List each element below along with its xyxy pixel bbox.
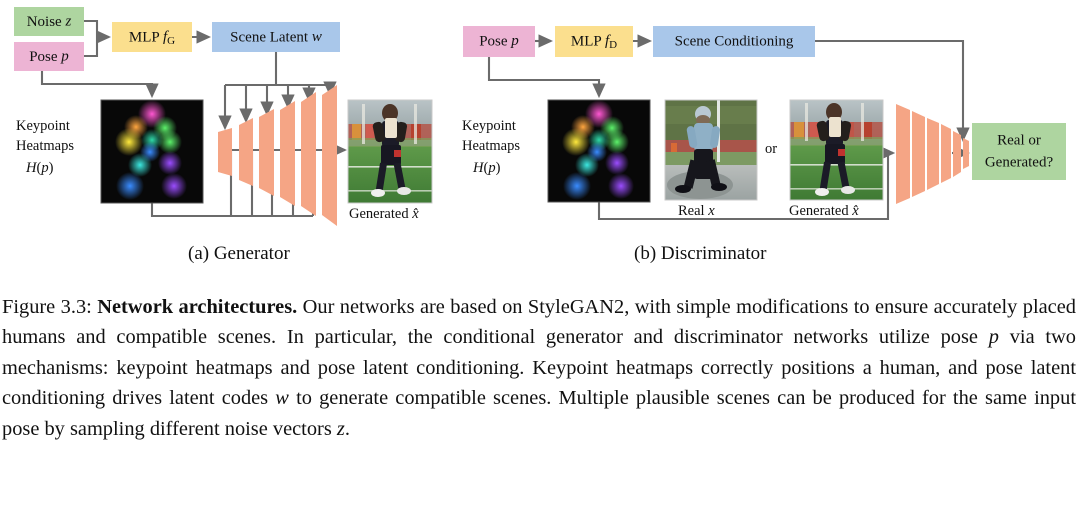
generator-heatmap-label-line3: H(p) [25, 160, 54, 176]
caption-symbol-z: z [336, 417, 345, 440]
generator-heatmap-label-line2: Heatmaps [16, 138, 74, 154]
generator-pose-to-heatmap-arrow [40, 71, 159, 99]
discriminator-heatmap-label-line2: Heatmaps [462, 138, 520, 154]
svg-text:Scene Conditioning: Scene Conditioning [675, 33, 794, 49]
box-scene-conditioning: Scene Conditioning [653, 26, 815, 57]
svg-text:Real or: Real or [997, 132, 1041, 148]
svg-text:Pose p: Pose p [479, 33, 519, 49]
subcaption-generator: (a) Generator [188, 243, 290, 264]
caption-symbol-w: w [275, 387, 289, 410]
discriminator-generated-image [789, 99, 884, 201]
caption-symbol-p: p [988, 326, 999, 349]
box-scene-latent: Scene Latent w [212, 22, 340, 52]
generator-output-label: Generated x̂ [349, 206, 419, 222]
discriminator-keypoint-heatmap-image [547, 99, 651, 203]
svg-text:Generated?: Generated? [985, 154, 1054, 170]
discriminator-heatmap-label-line3: H(p) [472, 160, 501, 176]
generator-keypoint-heatmap-image [100, 99, 204, 204]
caption-body-4: . [344, 417, 350, 440]
caption-number: Figure 3.3: [2, 296, 92, 318]
box-noise: Noise z [14, 7, 84, 36]
subcaption-discriminator: (b) Discriminator [634, 243, 767, 264]
real-image [664, 99, 758, 201]
box-mlp-generator: MLP fG [112, 22, 192, 52]
figure-diagram: Noise z Pose p MLP fG Scene Latent w Key… [0, 0, 1080, 264]
or-label: or [765, 141, 777, 157]
generator-output-image [347, 99, 433, 204]
generator-heatmap-label-line1: Keypoint [16, 118, 70, 134]
svg-text:Noise z: Noise z [27, 14, 72, 30]
discriminator-generated-label: Generated x̂ [789, 203, 859, 219]
svg-text:Pose p: Pose p [29, 49, 69, 65]
discriminator-heatmap-label-line1: Keypoint [462, 118, 516, 134]
real-image-label: Real x [678, 203, 715, 219]
discriminator-blocks [896, 104, 969, 204]
box-mlp-discriminator: MLP fD [555, 26, 633, 57]
box-real-or-generated: Real or Generated? [972, 123, 1066, 180]
discriminator-pose-to-heatmap-arrow [487, 57, 606, 99]
architecture-svg: Noise z Pose p MLP fG Scene Latent w Key… [14, 7, 1066, 226]
box-pose-discriminator: Pose p [463, 26, 535, 57]
svg-text:Scene Latent w: Scene Latent w [230, 29, 322, 45]
caption-title: Network architectures. [97, 296, 298, 318]
generator-synthesis-blocks [218, 85, 337, 226]
figure-caption: Figure 3.3: Network architectures. Our n… [0, 292, 1080, 444]
box-pose-generator: Pose p [14, 42, 84, 71]
